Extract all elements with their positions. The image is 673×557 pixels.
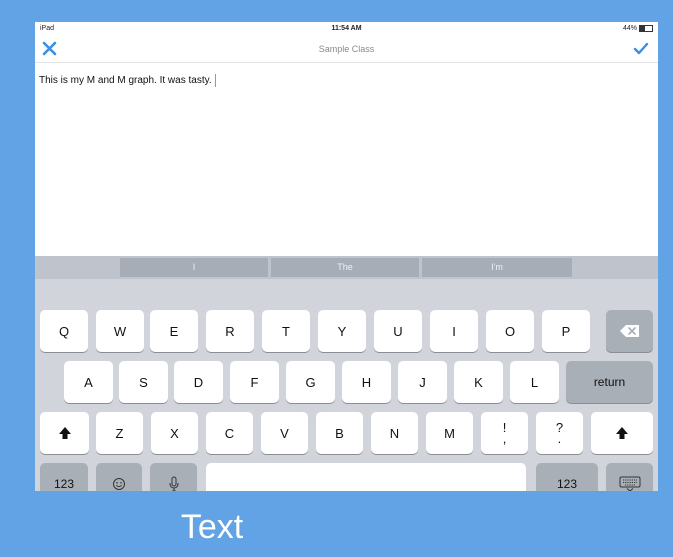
nav-bar: Sample Class [35, 36, 658, 63]
done-button[interactable] [630, 38, 652, 60]
shift-arrow-icon [616, 427, 628, 439]
key-b[interactable]: B [316, 412, 363, 454]
key-r[interactable]: R [206, 310, 254, 352]
key-o[interactable]: O [486, 310, 534, 352]
key-c[interactable]: C [206, 412, 253, 454]
space-bar[interactable] [206, 463, 526, 491]
key-h[interactable]: H [342, 361, 391, 403]
key-d[interactable]: D [174, 361, 223, 403]
key-s[interactable]: S [119, 361, 168, 403]
nav-title: Sample Class [318, 44, 375, 54]
suggestion-2[interactable]: The [271, 258, 419, 277]
dismiss-keyboard-key[interactable] [606, 463, 653, 491]
dictation-key[interactable] [150, 463, 197, 491]
return-key[interactable]: return [566, 361, 653, 403]
battery-percent: 44% [622, 25, 637, 32]
emoji-icon [113, 478, 125, 490]
caption-label: Text [180, 508, 244, 546]
suggestion-bar: I The I'm [35, 256, 658, 279]
key-m[interactable]: M [426, 412, 473, 454]
backspace-key[interactable] [606, 310, 653, 352]
key-u[interactable]: U [374, 310, 422, 352]
key-question-period[interactable]: ? . [536, 412, 583, 454]
key-z[interactable]: Z [96, 412, 143, 454]
key-w[interactable]: W [96, 310, 144, 352]
keyboard-dismiss-icon [619, 476, 640, 491]
checkmark-icon [633, 42, 649, 55]
keyboard: I The I'm Q W E R T Y U I O P A S D F G … [35, 256, 658, 491]
key-p[interactable]: P [542, 310, 590, 352]
battery-icon [639, 25, 653, 32]
key-y[interactable]: Y [318, 310, 366, 352]
key-f[interactable]: F [230, 361, 279, 403]
status-time: 11:54 AM [331, 25, 362, 32]
key-l[interactable]: L [510, 361, 559, 403]
emoji-key[interactable] [96, 463, 142, 491]
shift-key-left[interactable] [40, 412, 89, 454]
numbers-key-left[interactable]: 123 [40, 463, 88, 491]
key-exclaim-comma[interactable]: ! , [481, 412, 528, 454]
text-editor[interactable]: This is my M and M graph. It was tasty. [39, 74, 216, 87]
status-bar: iPad 11:54 AM 44% [35, 22, 658, 36]
shift-key-right[interactable] [591, 412, 653, 454]
backspace-icon [619, 325, 639, 337]
ipad-screen: iPad 11:54 AM 44% Sample Class This is m… [35, 22, 658, 491]
text-cursor [214, 74, 216, 87]
key-q[interactable]: Q [40, 310, 88, 352]
key-v[interactable]: V [261, 412, 308, 454]
key-t[interactable]: T [262, 310, 310, 352]
numbers-key-right[interactable]: 123 [536, 463, 598, 491]
key-period-label: . [557, 431, 562, 446]
key-k[interactable]: K [454, 361, 503, 403]
key-i[interactable]: I [430, 310, 478, 352]
key-e[interactable]: E [150, 310, 198, 352]
key-n[interactable]: N [371, 412, 418, 454]
key-a[interactable]: A [64, 361, 113, 403]
microphone-icon [169, 476, 178, 491]
key-comma-label: , [502, 431, 507, 446]
key-j[interactable]: J [398, 361, 447, 403]
suggestion-1[interactable]: I [120, 258, 268, 277]
shift-arrow-icon [58, 427, 71, 439]
editor-text: This is my M and M graph. It was tasty. [39, 75, 212, 87]
key-g[interactable]: G [286, 361, 335, 403]
suggestion-3[interactable]: I'm [422, 258, 572, 277]
key-x[interactable]: X [151, 412, 198, 454]
battery-status: 44% [623, 25, 653, 32]
